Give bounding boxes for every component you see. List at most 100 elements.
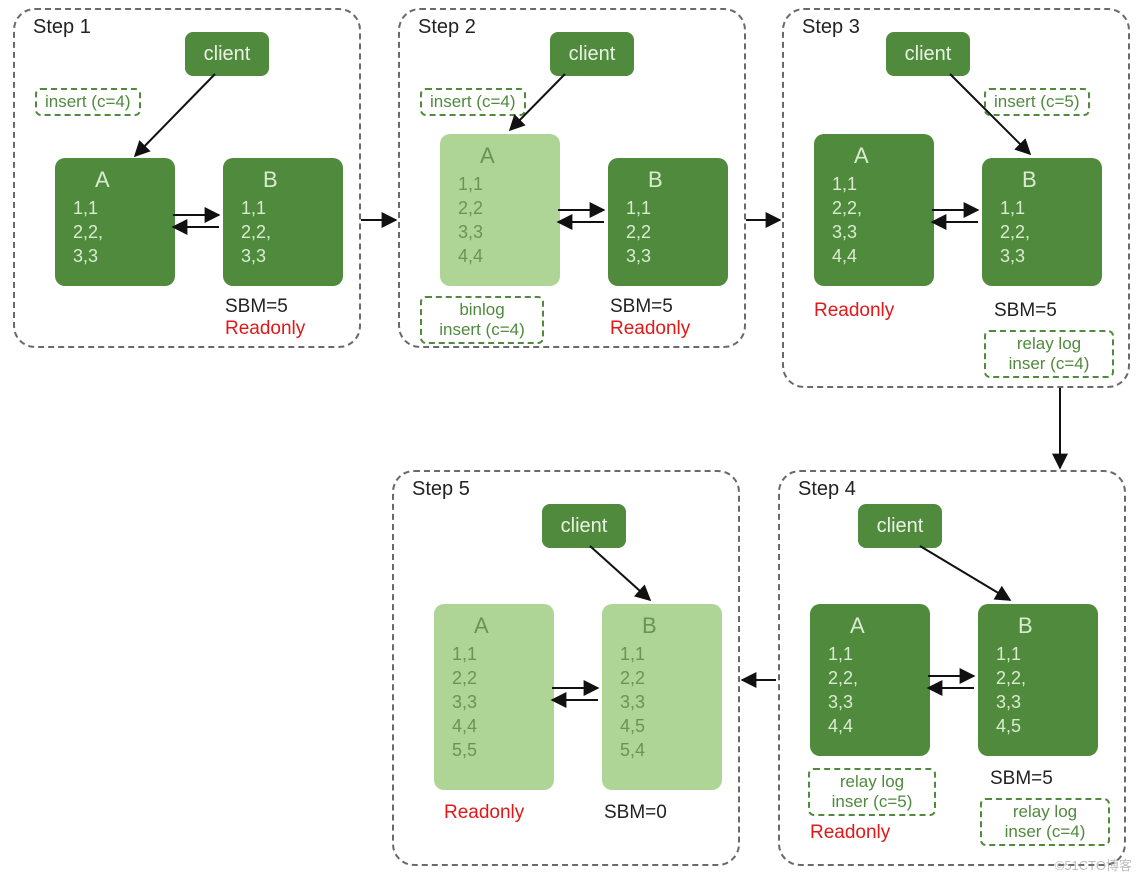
node-row: 2,2 (620, 666, 722, 690)
node-row: 3,3 (996, 690, 1098, 714)
node-row: 3,3 (828, 690, 930, 714)
status-text: SBM=5 Readonly (225, 296, 305, 340)
readonly-label: Readonly (444, 802, 524, 824)
node-row: 2,2 (458, 196, 560, 220)
step-box-4: Step 4 client A 1,1 2,2, 3,3 4,4 B 1,1 2… (778, 470, 1126, 866)
readonly-label: Readonly (814, 300, 894, 322)
sbm-label: SBM=0 (604, 802, 667, 824)
sbm-label: SBM=5 (225, 296, 305, 318)
node-row: 1,1 (626, 196, 728, 220)
node-row: 2,2, (73, 220, 175, 244)
status-text: Readonly (814, 300, 894, 322)
watermark-text: ©51CTO博客 (1055, 855, 1132, 874)
node-title: B (648, 168, 728, 192)
relaylog-line: relay log (994, 334, 1104, 354)
node-a: A 1,1 2,2, 3,3 4,4 (810, 604, 930, 756)
relaylog-line: inser (c=4) (990, 822, 1100, 842)
client-box: client (886, 32, 970, 76)
node-row: 1,1 (73, 196, 175, 220)
node-row: 4,5 (620, 714, 722, 738)
sbm-label: SBM=5 (990, 768, 1053, 790)
node-row: 2,2, (832, 196, 934, 220)
readonly-label: Readonly (610, 318, 690, 340)
step-title: Step 3 (802, 16, 860, 39)
node-title: A (95, 168, 175, 192)
node-b: B 1,1 2,2 3,3 (608, 158, 728, 286)
node-b: B 1,1 2,2 3,3 4,5 5,4 (602, 604, 722, 790)
relaylog-box-b: relay log inser (c=4) (980, 798, 1110, 846)
node-row: 1,1 (832, 172, 934, 196)
node-row: 1,1 (828, 642, 930, 666)
node-row: 5,5 (452, 738, 554, 762)
node-b: B 1,1 2,2, 3,3 (223, 158, 343, 286)
node-row: 2,2 (452, 666, 554, 690)
step-title: Step 1 (33, 16, 91, 39)
binlog-line: insert (c=4) (430, 320, 534, 340)
binlog-box: binlog insert (c=4) (420, 296, 544, 344)
node-a: A 1,1 2,2 3,3 4,4 5,5 (434, 604, 554, 790)
client-box: client (542, 504, 626, 548)
node-row: 5,4 (620, 738, 722, 762)
relaylog-box: relay log inser (c=4) (984, 330, 1114, 378)
node-row: 3,3 (832, 220, 934, 244)
node-title: B (642, 614, 722, 638)
status-text: Readonly (810, 822, 890, 844)
node-row: 3,3 (452, 690, 554, 714)
step-box-3: Step 3 client insert (c=5) A 1,1 2,2, 3,… (782, 8, 1130, 388)
node-row: 2,2, (996, 666, 1098, 690)
readonly-label: Readonly (225, 318, 305, 340)
node-row: 1,1 (996, 642, 1098, 666)
node-row: 2,2, (1000, 220, 1102, 244)
node-row: 3,3 (626, 244, 728, 268)
insert-op-box: insert (c=4) (420, 88, 526, 116)
node-title: B (263, 168, 343, 192)
node-row: 4,4 (832, 244, 934, 268)
node-row: 3,3 (620, 690, 722, 714)
node-b: B 1,1 2,2, 3,3 4,5 (978, 604, 1098, 756)
node-title: A (480, 144, 560, 168)
node-title: B (1018, 614, 1098, 638)
client-box: client (858, 504, 942, 548)
node-title: B (1022, 168, 1102, 192)
node-row: 4,4 (828, 714, 930, 738)
node-title: A (854, 144, 934, 168)
step-box-2: Step 2 client insert (c=4) A 1,1 2,2 3,3… (398, 8, 746, 348)
client-box: client (185, 32, 269, 76)
step-title: Step 5 (412, 478, 470, 501)
node-row: 3,3 (241, 244, 343, 268)
binlog-line: binlog (430, 300, 534, 320)
node-a: A 1,1 2,2 3,3 4,4 (440, 134, 560, 286)
node-row: 1,1 (458, 172, 560, 196)
step-box-1: Step 1 client insert (c=4) A 1,1 2,2, 3,… (13, 8, 361, 348)
step-title: Step 4 (798, 478, 856, 501)
step-box-5: Step 5 client A 1,1 2,2 3,3 4,4 5,5 B 1,… (392, 470, 740, 866)
status-text: Readonly (444, 802, 524, 824)
node-row: 4,4 (452, 714, 554, 738)
node-row: 4,4 (458, 244, 560, 268)
node-a: A 1,1 2,2, 3,3 4,4 (814, 134, 934, 286)
status-text: SBM=5 Readonly (610, 296, 690, 340)
node-a: A 1,1 2,2, 3,3 (55, 158, 175, 286)
node-row: 2,2, (241, 220, 343, 244)
client-box: client (550, 32, 634, 76)
node-b: B 1,1 2,2, 3,3 (982, 158, 1102, 286)
node-row: 3,3 (1000, 244, 1102, 268)
sbm-label: SBM=5 (610, 296, 690, 318)
step-title: Step 2 (418, 16, 476, 39)
status-text: SBM=5 (990, 768, 1053, 790)
relaylog-box-a: relay log inser (c=5) (808, 768, 936, 816)
status-text: SBM=0 (604, 802, 667, 824)
insert-op-box: insert (c=5) (984, 88, 1090, 116)
node-row: 1,1 (1000, 196, 1102, 220)
node-title: A (474, 614, 554, 638)
node-row: 4,5 (996, 714, 1098, 738)
node-row: 3,3 (73, 244, 175, 268)
relaylog-line: inser (c=5) (818, 792, 926, 812)
node-row: 2,2 (626, 220, 728, 244)
node-row: 1,1 (241, 196, 343, 220)
relaylog-line: relay log (990, 802, 1100, 822)
status-text: SBM=5 (994, 300, 1057, 322)
insert-op-box: insert (c=4) (35, 88, 141, 116)
node-row: 3,3 (458, 220, 560, 244)
relaylog-line: inser (c=4) (994, 354, 1104, 374)
